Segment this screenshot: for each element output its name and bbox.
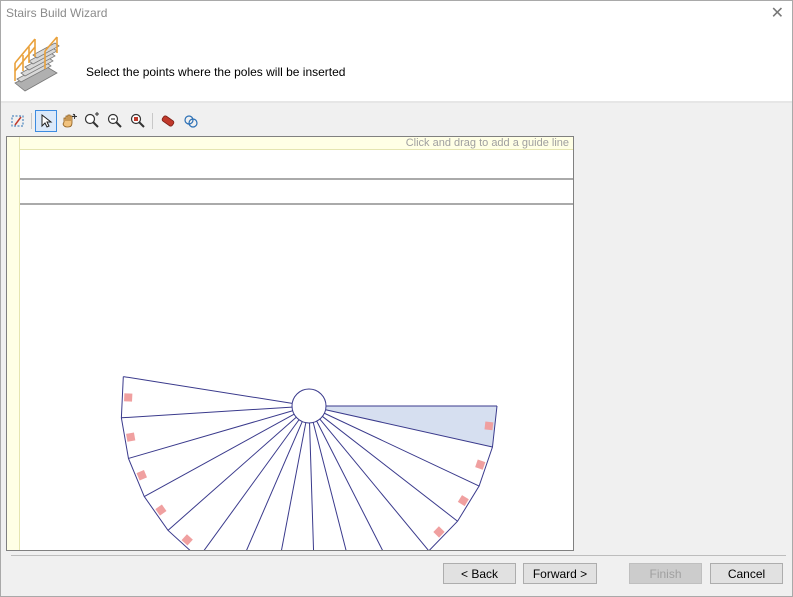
stair-plan-drawing[interactable] [7, 137, 573, 550]
central-pole[interactable] [291, 388, 327, 424]
pole-marker[interactable] [126, 432, 136, 442]
zoom-in-tool-icon[interactable] [81, 110, 103, 132]
window-title: Stairs Build Wizard [6, 6, 108, 20]
drawing-canvas[interactable]: Click and drag to add a guide line [6, 136, 574, 551]
wizard-header: Select the points where the poles will b… [1, 25, 792, 101]
close-icon[interactable]: ✕ [771, 3, 784, 23]
eraser-tool-icon[interactable] [157, 110, 179, 132]
back-button[interactable]: < Back [443, 563, 516, 584]
step-edge-line[interactable] [128, 410, 293, 459]
step-edge-line[interactable] [123, 376, 293, 404]
toolbar-separator [152, 113, 153, 129]
select-region-tool-icon[interactable] [7, 110, 29, 132]
selected-step[interactable] [325, 406, 497, 448]
step-edge-line[interactable] [234, 421, 303, 550]
zoom-fit-tool-icon[interactable] [127, 110, 149, 132]
zoom-out-tool-icon[interactable] [104, 110, 126, 132]
pole-marker[interactable] [484, 421, 494, 431]
pointer-tool-icon[interactable] [35, 110, 57, 132]
instruction-text: Select the points where the poles will b… [86, 65, 346, 79]
pole-marker[interactable] [475, 459, 486, 470]
step-edge-line[interactable] [167, 416, 297, 531]
step-edge-line[interactable] [121, 406, 293, 419]
drawing-toolbar [5, 110, 792, 134]
pole-marker[interactable] [124, 393, 133, 402]
pan-hand-tool-icon[interactable] [58, 110, 80, 132]
title-bar: Stairs Build Wizard ✕ [1, 1, 792, 25]
link-objects-tool-icon[interactable] [180, 110, 202, 132]
step-edge-line[interactable] [309, 422, 315, 550]
footer-divider [11, 555, 786, 556]
finish-button[interactable]: Finish [629, 563, 702, 584]
toolbar-separator [31, 113, 32, 129]
forward-button[interactable]: Forward > [523, 563, 597, 584]
wizard-window: Stairs Build Wizard ✕ Select the points … [0, 0, 793, 597]
header-divider [1, 101, 792, 103]
step-edge-line[interactable] [274, 422, 307, 550]
step-edge-line[interactable] [319, 418, 429, 550]
cancel-button[interactable]: Cancel [710, 563, 783, 584]
pole-marker[interactable] [457, 495, 469, 507]
step-edge-line[interactable] [144, 413, 295, 498]
stairs-icon [14, 36, 60, 92]
pole-marker[interactable] [136, 470, 148, 481]
